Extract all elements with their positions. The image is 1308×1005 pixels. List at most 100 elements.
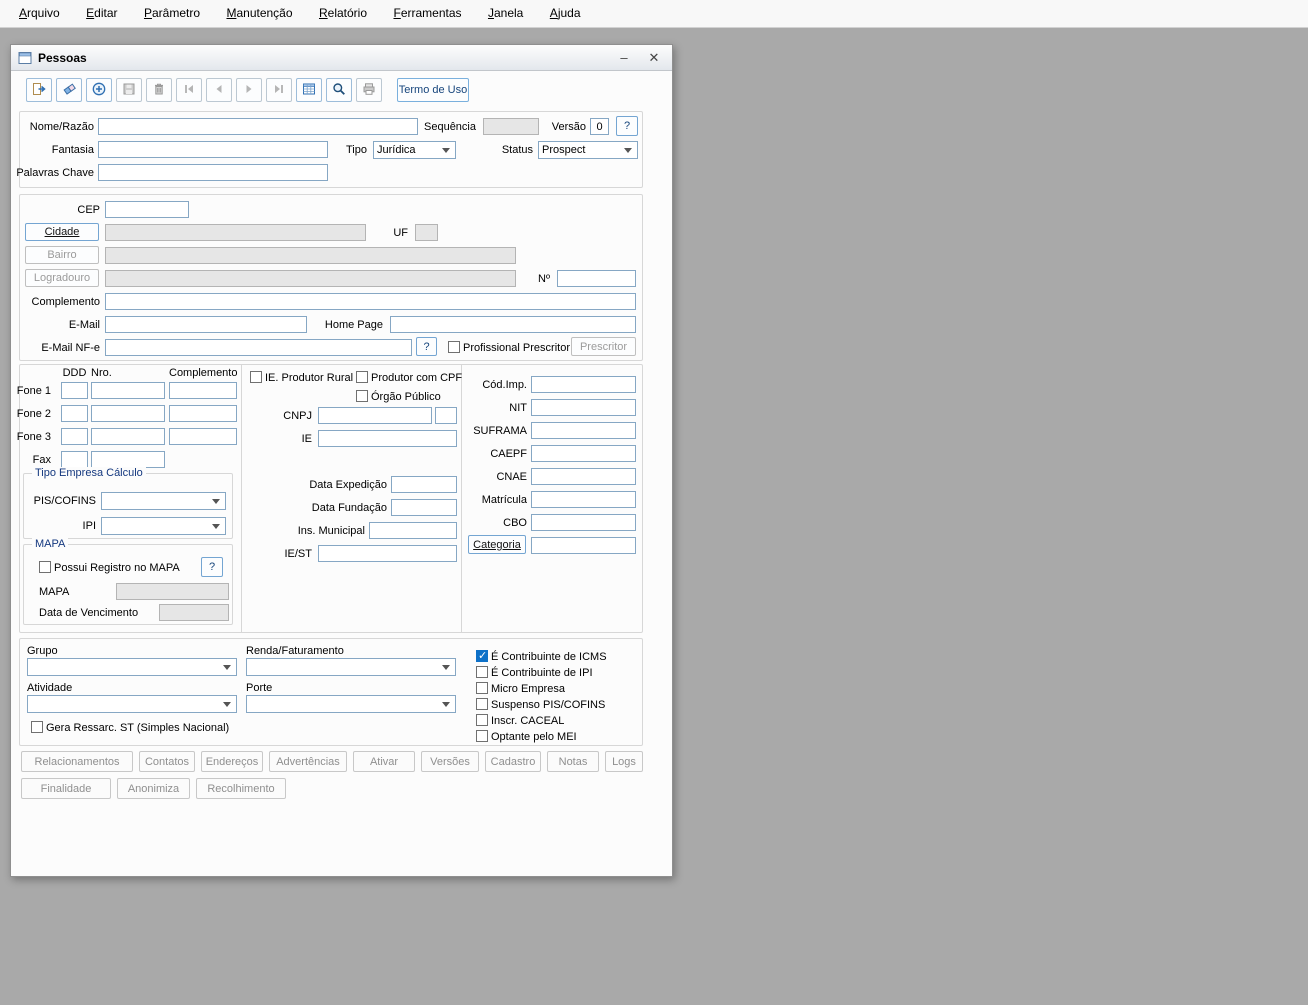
complemento-field[interactable] <box>105 293 636 310</box>
ins-municipal-field[interactable] <box>369 522 457 539</box>
versao-help-button[interactable]: ? <box>616 116 638 136</box>
fone3-nro-field[interactable] <box>91 428 165 445</box>
fone2-nro-field[interactable] <box>91 405 165 422</box>
fone2-ddd-field[interactable] <box>61 405 88 422</box>
previous-record-button[interactable] <box>206 78 232 102</box>
email-nfe-help-button[interactable]: ? <box>416 337 437 356</box>
email-field[interactable] <box>105 316 307 333</box>
numero-field[interactable] <box>557 270 636 287</box>
last-record-button[interactable] <box>266 78 292 102</box>
fone3-ddd-field[interactable] <box>61 428 88 445</box>
menu-relatorio[interactable]: Relatório <box>308 0 378 27</box>
versoes-button[interactable]: Versões <box>421 751 479 772</box>
menu-arquivo[interactable]: Arquivo <box>8 0 71 27</box>
title-bar[interactable]: Pessoas – ✕ <box>11 45 672 71</box>
tipo-select[interactable]: Jurídica <box>373 141 456 159</box>
fone3-complemento-field[interactable] <box>169 428 237 445</box>
add-button[interactable] <box>86 78 112 102</box>
optante-mei-checkbox[interactable] <box>476 730 488 742</box>
ie-field[interactable] <box>318 430 457 447</box>
contatos-button[interactable]: Contatos <box>139 751 195 772</box>
delete-button[interactable] <box>146 78 172 102</box>
menu-ajuda[interactable]: Ajuda <box>539 0 592 27</box>
cnae-field[interactable] <box>531 468 636 485</box>
relacionamentos-button[interactable]: Relacionamentos <box>21 751 133 772</box>
cidade-button[interactable]: Cidade <box>25 223 99 241</box>
palavras-chave-field[interactable] <box>98 164 328 181</box>
micro-empresa-checkbox[interactable] <box>476 682 488 694</box>
fax-nro-field[interactable] <box>91 451 165 468</box>
suspenso-pis-cofins-checkbox[interactable] <box>476 698 488 710</box>
notas-button[interactable]: Notas <box>547 751 599 772</box>
orgao-publico-checkbox[interactable] <box>356 390 368 402</box>
logradouro-button[interactable]: Logradouro <box>25 269 99 287</box>
cod-imp-field[interactable] <box>531 376 636 393</box>
close-button[interactable]: ✕ <box>647 50 661 66</box>
fax-ddd-field[interactable] <box>61 451 88 468</box>
nit-field[interactable] <box>531 399 636 416</box>
advertencias-button[interactable]: Advertências <box>269 751 347 772</box>
porte-select[interactable] <box>246 695 456 713</box>
renda-faturamento-select[interactable] <box>246 658 456 676</box>
exit-button[interactable] <box>26 78 52 102</box>
enderecos-button[interactable]: Endereços <box>201 751 263 772</box>
menu-janela[interactable]: Janela <box>477 0 534 27</box>
menu-manutencao[interactable]: Manutenção <box>215 0 303 27</box>
prescritor-button[interactable]: Prescritor <box>571 337 636 356</box>
menu-ferramentas[interactable]: Ferramentas <box>382 0 472 27</box>
nome-razao-field[interactable] <box>98 118 418 135</box>
data-fundacao-field[interactable] <box>391 499 457 516</box>
save-button[interactable] <box>116 78 142 102</box>
bairro-button[interactable]: Bairro <box>25 246 99 264</box>
menu-editar[interactable]: Editar <box>75 0 128 27</box>
profissional-prescritor-checkbox[interactable] <box>448 341 460 353</box>
fantasia-field[interactable] <box>98 141 328 158</box>
versao-field[interactable] <box>590 118 609 135</box>
cadastro-button[interactable]: Cadastro <box>485 751 541 772</box>
fone2-complemento-field[interactable] <box>169 405 237 422</box>
cnpj-field[interactable] <box>318 407 432 424</box>
fone1-complemento-field[interactable] <box>169 382 237 399</box>
mapa-help-button[interactable]: ? <box>201 557 223 577</box>
fone1-ddd-field[interactable] <box>61 382 88 399</box>
cbo-field[interactable] <box>531 514 636 531</box>
produtor-com-cpf-checkbox[interactable] <box>356 371 368 383</box>
atividade-select[interactable] <box>27 695 237 713</box>
termo-de-uso-button[interactable]: Termo de Uso <box>397 78 469 102</box>
pis-cofins-select[interactable] <box>101 492 226 510</box>
contribuinte-ipi-checkbox[interactable] <box>476 666 488 678</box>
categoria-button[interactable]: Categoria <box>468 535 526 554</box>
ipi-select[interactable] <box>101 517 226 535</box>
search-button[interactable] <box>326 78 352 102</box>
contribuinte-icms-checkbox[interactable] <box>476 649 488 662</box>
first-record-button[interactable] <box>176 78 202 102</box>
categoria-field[interactable] <box>531 537 636 554</box>
fone1-nro-field[interactable] <box>91 382 165 399</box>
grupo-select[interactable] <box>27 658 237 676</box>
matricula-field[interactable] <box>531 491 636 508</box>
home-page-field[interactable] <box>390 316 636 333</box>
possui-registro-mapa-checkbox[interactable] <box>39 561 51 573</box>
cnpj-suffix-field[interactable] <box>435 407 457 424</box>
logs-button[interactable]: Logs <box>605 751 643 772</box>
anonimiza-button[interactable]: Anonimiza <box>117 778 190 799</box>
grid-view-button[interactable] <box>296 78 322 102</box>
gera-ressarc-checkbox[interactable] <box>31 721 43 733</box>
recolhimento-button[interactable]: Recolhimento <box>196 778 286 799</box>
cep-field[interactable] <box>105 201 189 218</box>
data-expedicao-field[interactable] <box>391 476 457 493</box>
next-record-button[interactable] <box>236 78 262 102</box>
menu-parametro[interactable]: Parâmetro <box>133 0 211 27</box>
caepf-field[interactable] <box>531 445 636 462</box>
status-select[interactable]: Prospect <box>538 141 638 159</box>
minimize-button[interactable]: – <box>617 50 631 66</box>
ie-produtor-rural-checkbox[interactable] <box>250 371 262 383</box>
email-nfe-field[interactable] <box>105 339 412 356</box>
inscr-caceal-checkbox[interactable] <box>476 714 488 726</box>
ativar-button[interactable]: Ativar <box>353 751 415 772</box>
clear-button[interactable] <box>56 78 82 102</box>
ie-st-field[interactable] <box>318 545 457 562</box>
suframa-field[interactable] <box>531 422 636 439</box>
print-button[interactable] <box>356 78 382 102</box>
finalidade-button[interactable]: Finalidade <box>21 778 111 799</box>
